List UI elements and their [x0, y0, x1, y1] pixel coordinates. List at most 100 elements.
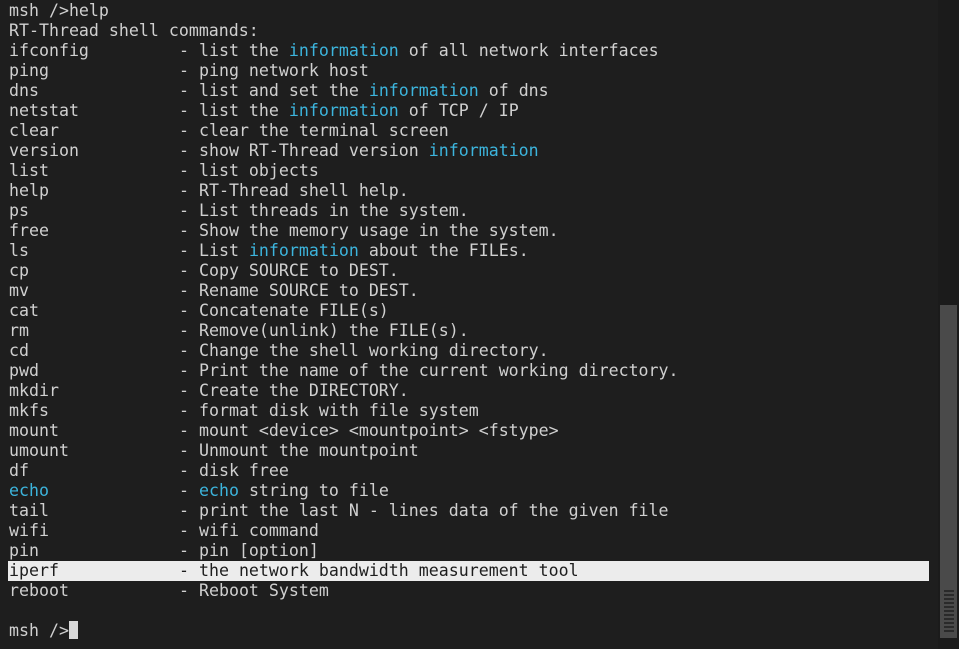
separator-dash: - [179, 201, 199, 220]
command-row-mkdir[interactable]: mkdir - Create the DIRECTORY. [0, 381, 938, 401]
description-text: disk free [198, 461, 289, 480]
command-row-ps[interactable]: ps - List threads in the system. [0, 201, 938, 221]
command-row-version[interactable]: version - show RT-Thread version informat… [0, 141, 938, 161]
description-text: echo [198, 481, 239, 500]
description-text: Rename SOURCE to DEST. [198, 281, 419, 300]
command-row-ifconfig[interactable]: ifconfig - list the information of all ne… [0, 41, 938, 61]
command-name-text: free [9, 221, 49, 240]
command-row-iperf[interactable]: iperf - the network bandwidth measurement… [8, 561, 929, 581]
terminal-window[interactable]: msh />help RT-Thread shell commands: ifc… [0, 0, 938, 649]
block-cursor-icon [68, 621, 78, 639]
command-name-text: mkfs [9, 401, 49, 420]
command-name: ping [9, 61, 179, 81]
command-row-netstat[interactable]: netstat - list the information of TCP / I… [0, 101, 938, 121]
command-name: rm [9, 321, 179, 341]
command-name: list [9, 161, 179, 181]
command-row-ls[interactable]: ls - List information about the FILEs. [0, 241, 938, 261]
command-row-cp[interactable]: cp - Copy SOURCE to DEST. [0, 261, 938, 281]
command-description: RT-Thread shell help. [199, 181, 409, 200]
command-row-umount[interactable]: umount - Unmount the mountpoint [0, 441, 938, 461]
vertical-scrollbar[interactable] [938, 0, 959, 649]
command-name-text: cat [9, 301, 39, 320]
separator-dash: - [179, 541, 199, 560]
command-row-ping[interactable]: ping - ping network host [0, 61, 938, 81]
separator-dash: - [179, 421, 199, 440]
description-text: Print the name of the current working di… [198, 361, 679, 380]
description-text: about the FILEs. [358, 241, 529, 260]
separator-dash: - [179, 141, 199, 160]
command-row-help[interactable]: help - RT-Thread shell help. [0, 181, 938, 201]
command-row-clear[interactable]: clear - clear the terminal screen [0, 121, 938, 141]
separator-dash: - [179, 561, 199, 580]
command-name: netstat [9, 101, 179, 121]
command-row-df[interactable]: df - disk free [0, 461, 938, 481]
command-name-text: ls [9, 241, 29, 260]
command-row-cat[interactable]: cat - Concatenate FILE(s) [0, 301, 938, 321]
command-description: list and set the information of dns [199, 81, 549, 100]
command-name-text: help [9, 181, 49, 200]
command-description: echo string to file [199, 481, 389, 500]
separator-dash: - [179, 461, 199, 480]
final-prompt-line[interactable]: msh /> [0, 621, 938, 641]
separator-dash: - [179, 381, 199, 400]
command-row-wifi[interactable]: wifi - wifi command [0, 521, 938, 541]
command-name: dns [9, 81, 179, 101]
description-text: List [198, 241, 249, 260]
command-row-dns[interactable]: dns - list and set the information of dns [0, 81, 938, 101]
separator-dash: - [179, 81, 199, 100]
command-name-text: mount [9, 421, 59, 440]
command-name-text: dns [9, 81, 39, 100]
command-description: Print the name of the current working di… [199, 361, 679, 380]
command-name-text: tail [9, 501, 49, 520]
separator-dash: - [179, 361, 199, 380]
command-name-text: mkdir [9, 381, 59, 400]
description-text: show RT-Thread version [198, 141, 429, 160]
description-text: list the [198, 41, 289, 60]
command-name-text: clear [9, 121, 59, 140]
command-row-mv[interactable]: mv - Rename SOURCE to DEST. [0, 281, 938, 301]
description-text: clear the terminal screen [198, 121, 449, 140]
command-description: Rename SOURCE to DEST. [199, 281, 419, 300]
command-name-text: pin [9, 541, 39, 560]
command-row-mkfs[interactable]: mkfs - format disk with file system [0, 401, 938, 421]
command-row-pwd[interactable]: pwd - Print the name of the current worki… [0, 361, 938, 381]
separator-dash: - [179, 121, 199, 140]
description-text: information [428, 141, 539, 160]
description-text: of TCP / IP [398, 101, 519, 120]
scrollbar-thumb[interactable] [940, 305, 957, 638]
command-description: Reboot System [199, 581, 329, 600]
description-text: mount <device> <mountpoint> <fstype> [198, 421, 559, 440]
command-name: ps [9, 201, 179, 221]
description-text: information [368, 81, 479, 100]
command-name: cp [9, 261, 179, 281]
command-description: list the information of all network inte… [199, 41, 659, 60]
prompt-help-line: msh />help [9, 1, 109, 20]
command-row-list[interactable]: list - list objects [0, 161, 938, 181]
separator-dash: - [179, 161, 199, 180]
description-text: wifi command [198, 521, 319, 540]
command-row-free[interactable]: free - Show the memory usage in the syste… [0, 221, 938, 241]
command-row-mount[interactable]: mount - mount <device> <mountpoint> <fsty… [0, 421, 938, 441]
command-name: free [9, 221, 179, 241]
command-row-echo[interactable]: echo - echo string to file [0, 481, 938, 501]
command-row-pin[interactable]: pin - pin [option] [0, 541, 938, 561]
command-description: disk free [199, 461, 289, 480]
separator-dash: - [179, 261, 199, 280]
command-name: pwd [9, 361, 179, 381]
separator-dash: - [179, 521, 199, 540]
description-text: list and set the [198, 81, 369, 100]
command-name: wifi [9, 521, 179, 541]
command-name-text: ps [9, 201, 29, 220]
description-text: ping network host [198, 61, 369, 80]
command-row-tail[interactable]: tail - print the last N - lines data of t… [0, 501, 938, 521]
command-name-text: mv [9, 281, 29, 300]
command-row-cd[interactable]: cd - Change the shell working directory. [0, 341, 938, 361]
separator-dash: - [179, 401, 199, 420]
command-row-reboot[interactable]: reboot - Reboot System [0, 581, 938, 601]
command-name-text: ping [9, 61, 49, 80]
command-description: clear the terminal screen [199, 121, 449, 140]
command-row-rm[interactable]: rm - Remove(unlink) the FILE(s). [0, 321, 938, 341]
description-text: List threads in the system. [198, 201, 469, 220]
description-text: information [288, 101, 399, 120]
